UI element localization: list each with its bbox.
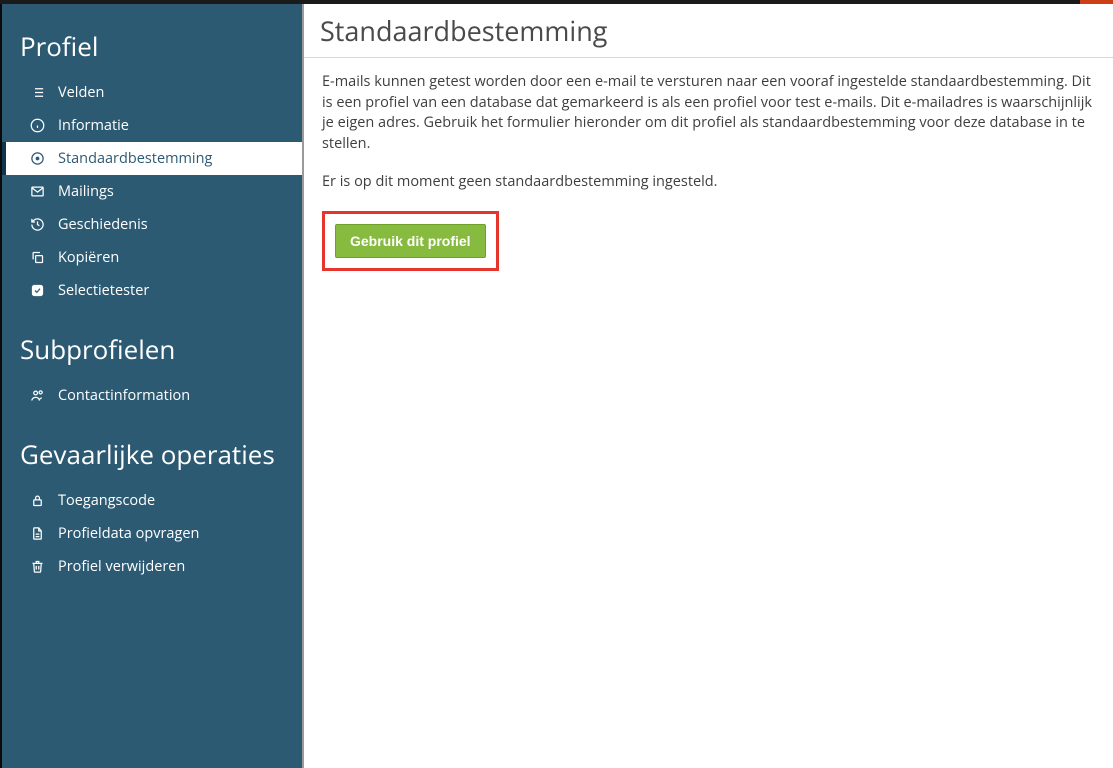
cta-highlight: Gebruik dit profiel xyxy=(322,211,499,271)
sidebar-section-subprofielen: Subprofielen xyxy=(2,307,302,379)
info-icon xyxy=(28,118,46,133)
list-icon xyxy=(28,85,46,100)
main-content: Standaardbestemming E-mails kunnen getes… xyxy=(302,4,1113,768)
use-profile-button[interactable]: Gebruik dit profiel xyxy=(335,224,486,258)
page-title: Standaardbestemming xyxy=(320,12,1113,49)
sidebar-item-label: Informatie xyxy=(58,116,129,135)
sidebar-item-label: Contactinformation xyxy=(58,386,190,405)
sidebar-item-label: Standaardbestemming xyxy=(58,149,212,168)
sidebar-item-velden[interactable]: Velden xyxy=(2,76,302,109)
sidebar-item-kopieren[interactable]: Kopiëren xyxy=(2,241,302,274)
sidebar-item-selectietester[interactable]: Selectietester xyxy=(2,274,302,307)
sidebar-item-contactinformation[interactable]: Contactinformation xyxy=(2,379,302,412)
sidebar-item-label: Velden xyxy=(58,83,104,102)
sidebar-item-label: Selectietester xyxy=(58,281,149,300)
envelope-icon xyxy=(28,184,46,199)
sidebar: Profiel Velden Informatie Standaardbeste… xyxy=(0,4,302,768)
copy-icon xyxy=(28,250,46,265)
file-text-icon xyxy=(28,526,46,541)
sidebar-item-label: Kopiëren xyxy=(58,248,119,267)
sidebar-section-profiel: Profiel xyxy=(2,4,302,76)
sidebar-item-label: Geschiedenis xyxy=(58,215,148,234)
sidebar-item-profieldata[interactable]: Profieldata opvragen xyxy=(2,517,302,550)
sidebar-section-gevaarlijke: Gevaarlijke operaties xyxy=(2,412,302,484)
sidebar-item-label: Profiel verwijderen xyxy=(58,557,185,576)
sidebar-item-label: Mailings xyxy=(58,182,114,201)
intro-text: E-mails kunnen getest worden door een e-… xyxy=(322,72,1095,154)
users-icon xyxy=(28,388,46,403)
sidebar-item-label: Toegangscode xyxy=(58,491,155,510)
main-header: Standaardbestemming xyxy=(304,4,1113,58)
sidebar-item-profiel-verwijderen[interactable]: Profiel verwijderen xyxy=(2,550,302,583)
status-text: Er is op dit moment geen standaardbestem… xyxy=(322,172,1095,193)
sidebar-item-informatie[interactable]: Informatie xyxy=(2,109,302,142)
sidebar-item-mailings[interactable]: Mailings xyxy=(2,175,302,208)
check-square-icon xyxy=(28,283,46,298)
history-icon xyxy=(28,217,46,232)
sidebar-item-standaardbestemming[interactable]: Standaardbestemming xyxy=(2,142,302,175)
sidebar-item-toegangscode[interactable]: Toegangscode xyxy=(2,484,302,517)
target-icon xyxy=(28,151,46,166)
sidebar-item-geschiedenis[interactable]: Geschiedenis xyxy=(2,208,302,241)
lock-icon xyxy=(28,493,46,508)
trash-icon xyxy=(28,559,46,574)
sidebar-item-label: Profieldata opvragen xyxy=(58,524,199,543)
